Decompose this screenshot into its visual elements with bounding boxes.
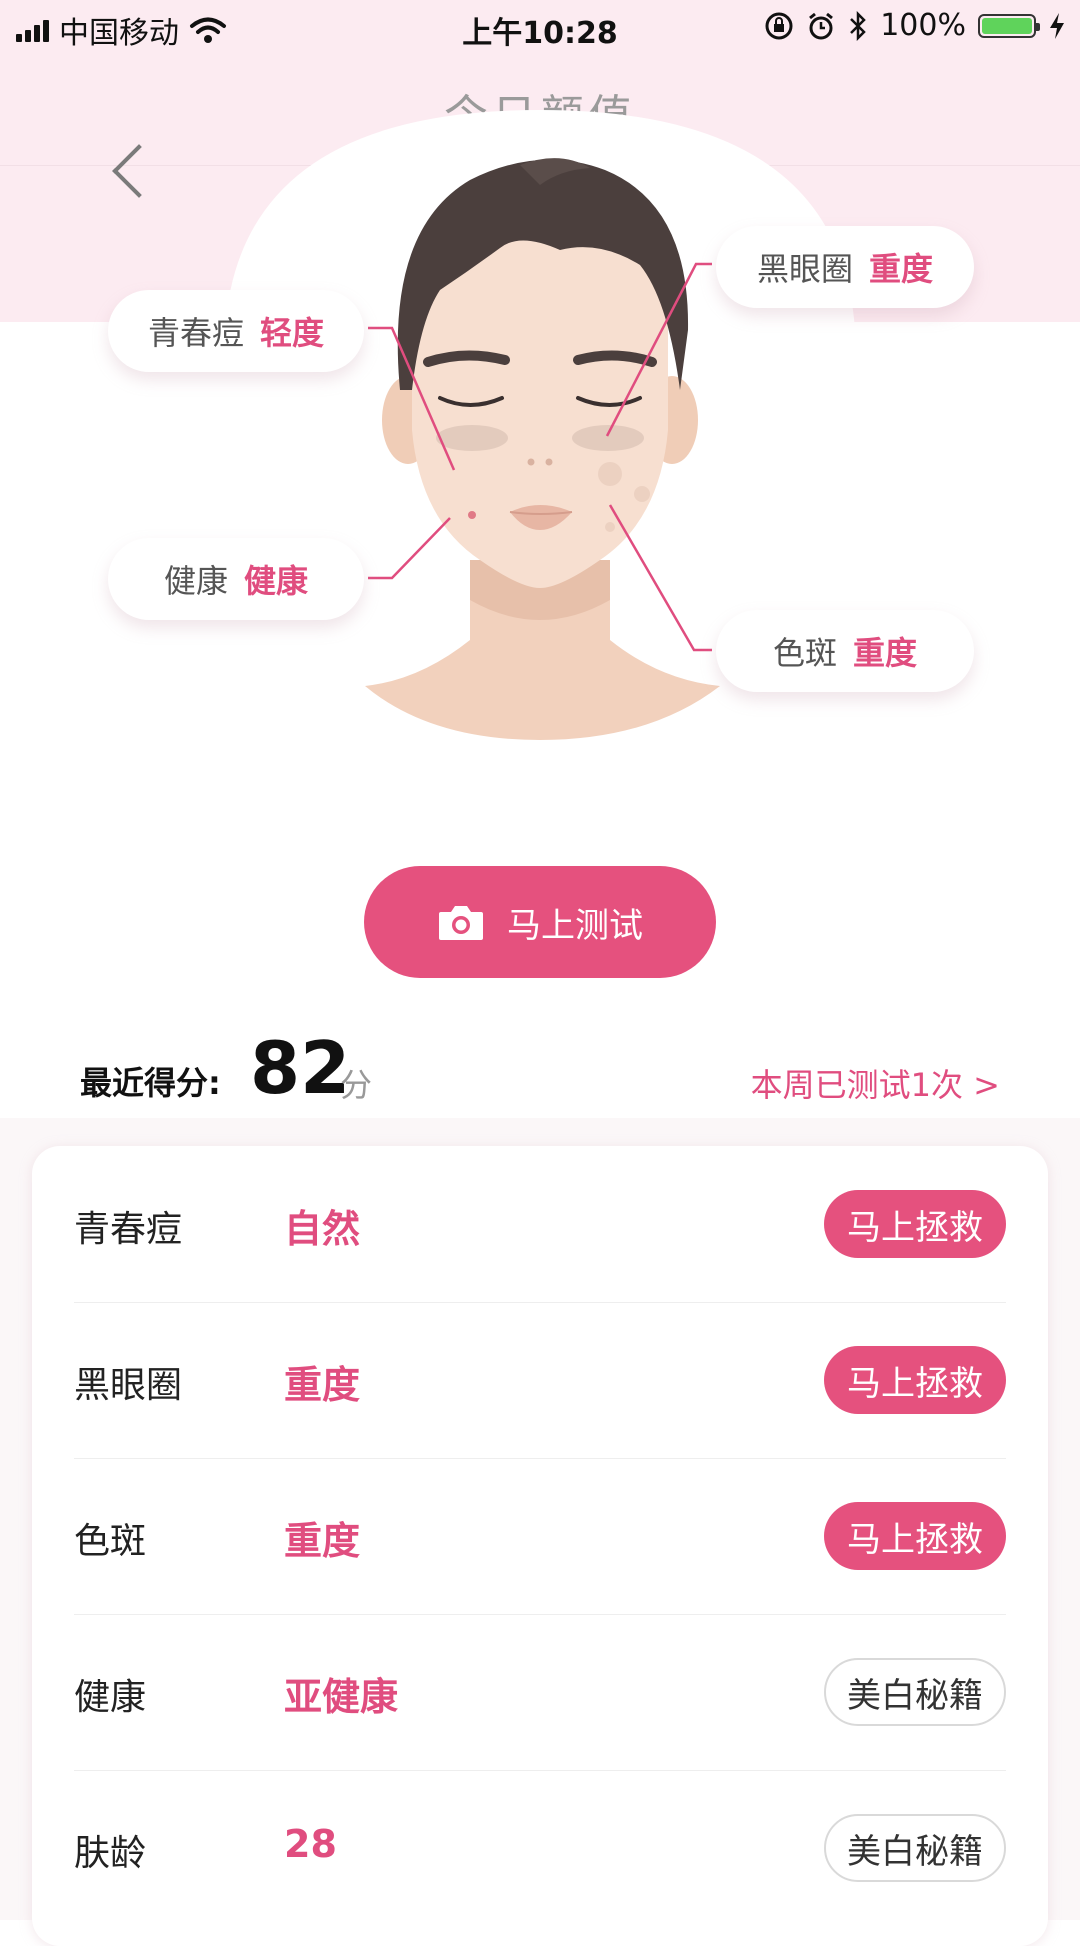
result-row-spots: 色斑 重度 马上拯救 (74, 1458, 1006, 1615)
rescue-button[interactable]: 马上拯救 (824, 1502, 1006, 1570)
start-test-button[interactable]: 马上测试 (364, 866, 716, 978)
results-card: 青春痘 自然 马上拯救 黑眼圈 重度 马上拯救 色斑 重度 马上拯救 健康 亚健… (32, 1146, 1048, 1946)
callout-label: 健康 (163, 562, 228, 600)
result-status: 重度 (284, 1363, 361, 1407)
callout-severity: 健康 (244, 562, 309, 600)
callout-label: 色斑 (772, 634, 837, 672)
callout-dark-circles: 黑眼圈 重度 (716, 226, 974, 308)
result-row-dark-circles: 黑眼圈 重度 马上拯救 (74, 1302, 1006, 1459)
result-name: 肤龄 (74, 1833, 147, 1874)
result-name: 黑眼圈 (74, 1365, 183, 1406)
recent-score-unit: 分 (340, 1066, 373, 1104)
start-test-label: 马上测试 (507, 905, 643, 946)
callout-health: 健康 健康 (108, 538, 364, 620)
weekly-tests-link[interactable]: 本周已测试1次 > (751, 1060, 1000, 1106)
callout-severity: 重度 (869, 250, 934, 288)
callout-severity: 重度 (853, 634, 918, 672)
rescue-button[interactable]: 马上拯救 (824, 1190, 1006, 1258)
recent-score-label: 最近得分: (80, 1064, 221, 1102)
whitening-tips-button[interactable]: 美白秘籍 (824, 1814, 1006, 1882)
result-status: 自然 (284, 1207, 361, 1251)
callout-label: 青春痘 (147, 314, 244, 352)
result-name: 色斑 (74, 1521, 147, 1562)
result-row-acne: 青春痘 自然 马上拯救 (74, 1146, 1006, 1303)
result-name: 青春痘 (74, 1209, 183, 1250)
result-status: 28 (284, 1822, 337, 1866)
callout-label: 黑眼圈 (756, 250, 853, 288)
rescue-button[interactable]: 马上拯救 (824, 1346, 1006, 1414)
whitening-tips-button[interactable]: 美白秘籍 (824, 1658, 1006, 1726)
result-status: 亚健康 (284, 1675, 399, 1719)
callout-severity: 轻度 (260, 314, 325, 352)
camera-icon (439, 906, 483, 940)
result-name: 健康 (74, 1677, 147, 1718)
result-status: 重度 (284, 1519, 361, 1563)
callout-spots: 色斑 重度 (716, 610, 974, 692)
result-row-skin-age: 肤龄 28 美白秘籍 (74, 1770, 1006, 1926)
callout-acne: 青春痘 轻度 (108, 290, 364, 372)
recent-score-value: 82 (250, 1026, 351, 1110)
result-row-health: 健康 亚健康 美白秘籍 (74, 1614, 1006, 1771)
